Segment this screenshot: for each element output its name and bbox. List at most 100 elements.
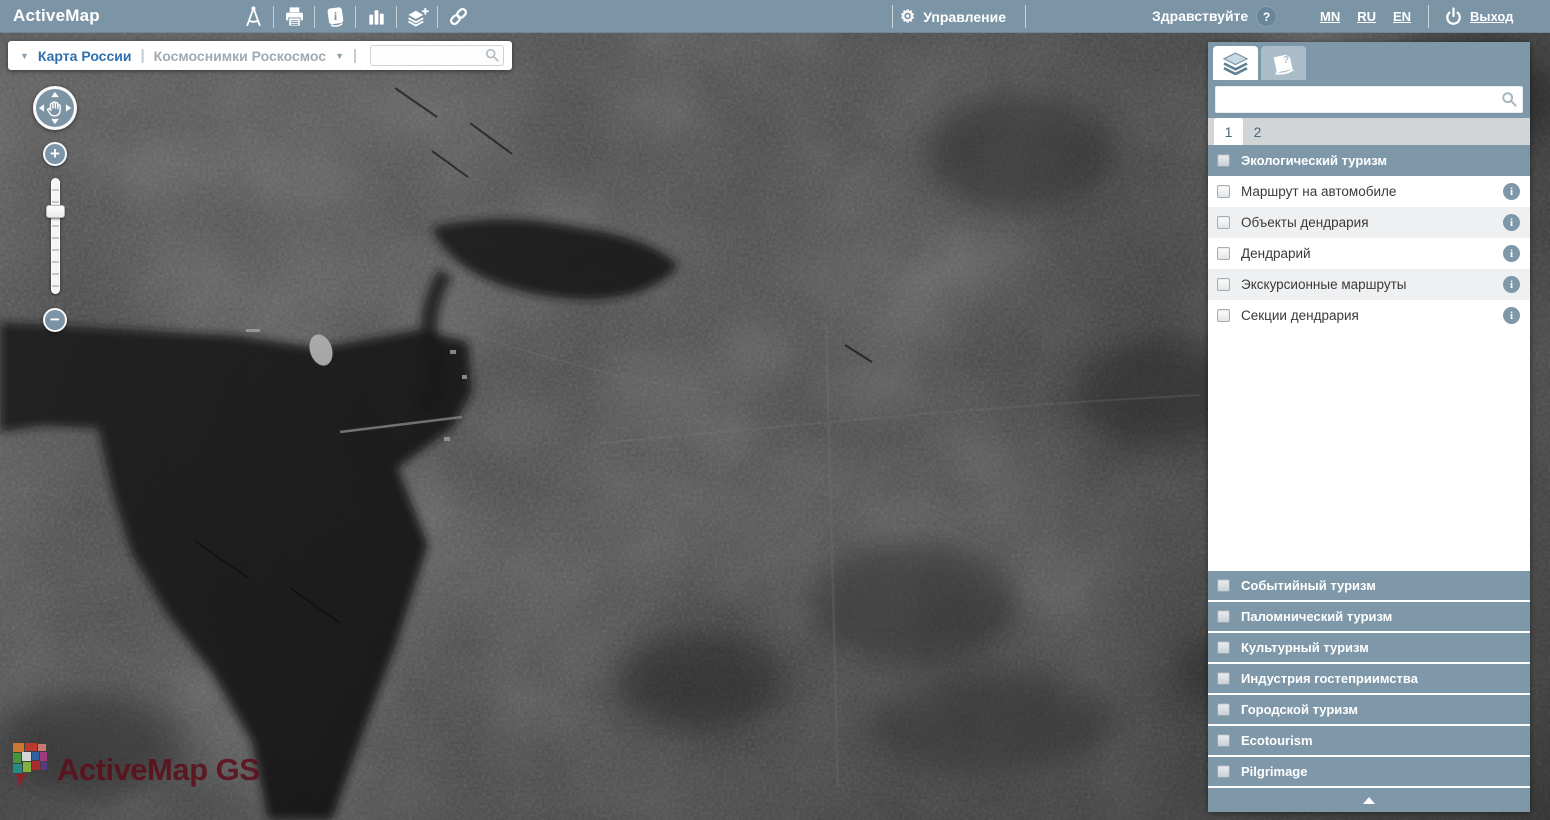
group-label: Ecotourism xyxy=(1241,733,1313,748)
layer-group-header[interactable]: Городской туризм xyxy=(1208,693,1530,724)
measure-icon[interactable] xyxy=(233,0,273,33)
layer-checkbox[interactable] xyxy=(1217,278,1230,291)
top-bar: ActiveMap xyxy=(0,0,1550,33)
statistics-icon[interactable] xyxy=(356,0,396,33)
page-tab-1[interactable]: 1 xyxy=(1214,118,1243,145)
search-icon[interactable] xyxy=(1501,91,1517,107)
layer-info-icon[interactable]: i xyxy=(1503,307,1520,324)
layer-label: Дендрарий xyxy=(1241,246,1311,261)
management-label: Управление xyxy=(923,9,1006,25)
topbar-separator xyxy=(892,5,893,28)
layer-row[interactable]: Секции дендрарияi xyxy=(1208,300,1530,331)
map-toolbar: ▼ Карта России | Космоснимки Роскосмос ▼… xyxy=(8,41,512,70)
layers-panel: ? 1 2 Экологический туризм Маршрут на ав… xyxy=(1208,42,1530,812)
help-button[interactable]: ? xyxy=(1256,6,1277,27)
layers-icon xyxy=(1222,52,1249,75)
app-logo: ActiveMap xyxy=(13,0,100,33)
add-layer-icon[interactable] xyxy=(397,0,437,33)
layer-info-icon[interactable]: i xyxy=(1503,183,1520,200)
group-checkbox[interactable] xyxy=(1217,641,1230,654)
zoom-slider-track[interactable] xyxy=(51,178,60,294)
layer-row[interactable]: Экскурсионные маршруты i xyxy=(1208,269,1530,300)
power-icon xyxy=(1444,7,1463,26)
layer-checkbox[interactable] xyxy=(1217,185,1230,198)
lang-mn[interactable]: MN xyxy=(1320,9,1340,24)
group-checkbox[interactable] xyxy=(1217,734,1230,747)
management-button[interactable]: ⚙ Управление xyxy=(900,0,1006,33)
group-checkbox[interactable] xyxy=(1217,579,1230,592)
gear-icon: ⚙ xyxy=(900,8,915,25)
layer-row[interactable]: Дендрарий i xyxy=(1208,238,1530,269)
lang-ru[interactable]: RU xyxy=(1357,9,1376,24)
zoom-in-button[interactable]: + xyxy=(43,142,67,166)
layer-info-icon[interactable]: i xyxy=(1503,245,1520,262)
layer-info-icon[interactable]: i xyxy=(1503,276,1520,293)
tab-legend[interactable]: ? xyxy=(1261,46,1306,80)
group-label: Pilgrimage xyxy=(1241,764,1307,779)
group-checkbox[interactable] xyxy=(1217,703,1230,716)
group-label: Культурный туризм xyxy=(1241,640,1369,655)
layer-list: Экологический туризм Маршрут на автомоби… xyxy=(1208,145,1530,569)
layer-rows: Маршрут на автомобиле i Объекты дендрария i… xyxy=(1208,176,1530,331)
collapse-panel-button[interactable] xyxy=(1208,786,1530,812)
panel-tabs: ? xyxy=(1208,42,1530,80)
group-label: Индустрия гостеприимства xyxy=(1241,671,1418,686)
group-label: Экологический туризм xyxy=(1241,153,1387,168)
page-tab-2[interactable]: 2 xyxy=(1243,118,1272,145)
lang-en[interactable]: EN xyxy=(1393,9,1411,24)
imagery-selector[interactable]: Космоснимки Роскосмос xyxy=(154,48,326,64)
layer-group-header[interactable]: Pilgrimage xyxy=(1208,755,1530,786)
layer-checkbox[interactable] xyxy=(1217,216,1230,229)
layer-group-header[interactable]: Событийный туризм xyxy=(1208,569,1530,600)
greeting-text: Здравствуйте xyxy=(1152,0,1248,33)
map-search-input[interactable] xyxy=(370,45,504,66)
group-checkbox[interactable] xyxy=(1217,765,1230,778)
topbar-separator xyxy=(1025,5,1026,28)
layer-group-header[interactable]: Паломнический туризм xyxy=(1208,600,1530,631)
layer-group-header[interactable]: Индустрия гостеприимства xyxy=(1208,662,1530,693)
layer-row[interactable]: Маршрут на автомобиле i xyxy=(1208,176,1530,207)
help-book-icon[interactable]: i xyxy=(315,0,355,33)
collapsed-groups: Событийный туризм Паломнический туризм Кул… xyxy=(1208,569,1530,786)
layer-search-input[interactable] xyxy=(1215,86,1523,113)
share-link-icon[interactable] xyxy=(438,0,478,33)
base-map-selector[interactable]: Карта России xyxy=(38,48,132,64)
layer-label: Маршрут на автомобиле xyxy=(1241,184,1396,199)
pan-control[interactable] xyxy=(33,86,77,130)
group-checkbox[interactable] xyxy=(1217,672,1230,685)
layer-label: Экскурсионные маршруты xyxy=(1241,277,1406,292)
group-label: Событийный туризм xyxy=(1241,578,1376,593)
chevron-up-icon xyxy=(1363,797,1375,804)
layer-group-header[interactable]: Экологический туризм xyxy=(1208,145,1530,176)
layer-label: Объекты дендрария xyxy=(1241,215,1369,230)
toolbar-divider: | xyxy=(353,47,357,64)
search-icon[interactable] xyxy=(485,48,499,62)
layer-row[interactable]: Объекты дендрария i xyxy=(1208,207,1530,238)
activemap-app: ActiveMap xyxy=(0,0,1550,820)
group-label: Паломнический туризм xyxy=(1241,609,1392,624)
zoom-out-button[interactable]: − xyxy=(43,308,67,332)
layer-checkbox[interactable] xyxy=(1217,247,1230,260)
group-checkbox[interactable] xyxy=(1217,154,1230,167)
chevron-down-icon[interactable]: ▼ xyxy=(20,51,29,61)
chevron-down-icon[interactable]: ▼ xyxy=(335,51,344,61)
svg-text:?: ? xyxy=(1283,55,1289,66)
legend-icon: ? xyxy=(1270,52,1297,75)
layer-checkbox[interactable] xyxy=(1217,309,1230,322)
language-switcher: MN RU EN xyxy=(1320,0,1411,33)
pan-hand-icon xyxy=(36,88,74,128)
zoom-slider-handle[interactable] xyxy=(46,205,65,218)
group-label: Городской туризм xyxy=(1241,702,1358,717)
group-checkbox[interactable] xyxy=(1217,610,1230,623)
layer-page-tabs: 1 2 xyxy=(1208,118,1530,145)
toolbar: i xyxy=(233,0,478,33)
layer-group-header[interactable]: Культурный туризм xyxy=(1208,631,1530,662)
topbar-separator xyxy=(1428,5,1429,28)
logout-label: Выход xyxy=(1470,9,1513,24)
layer-group-header[interactable]: Ecotourism xyxy=(1208,724,1530,755)
print-icon[interactable] xyxy=(274,0,314,33)
layer-search-bar xyxy=(1208,80,1530,118)
layer-info-icon[interactable]: i xyxy=(1503,214,1520,231)
tab-layers[interactable] xyxy=(1213,46,1258,80)
logout-button[interactable]: Выход xyxy=(1444,0,1513,33)
